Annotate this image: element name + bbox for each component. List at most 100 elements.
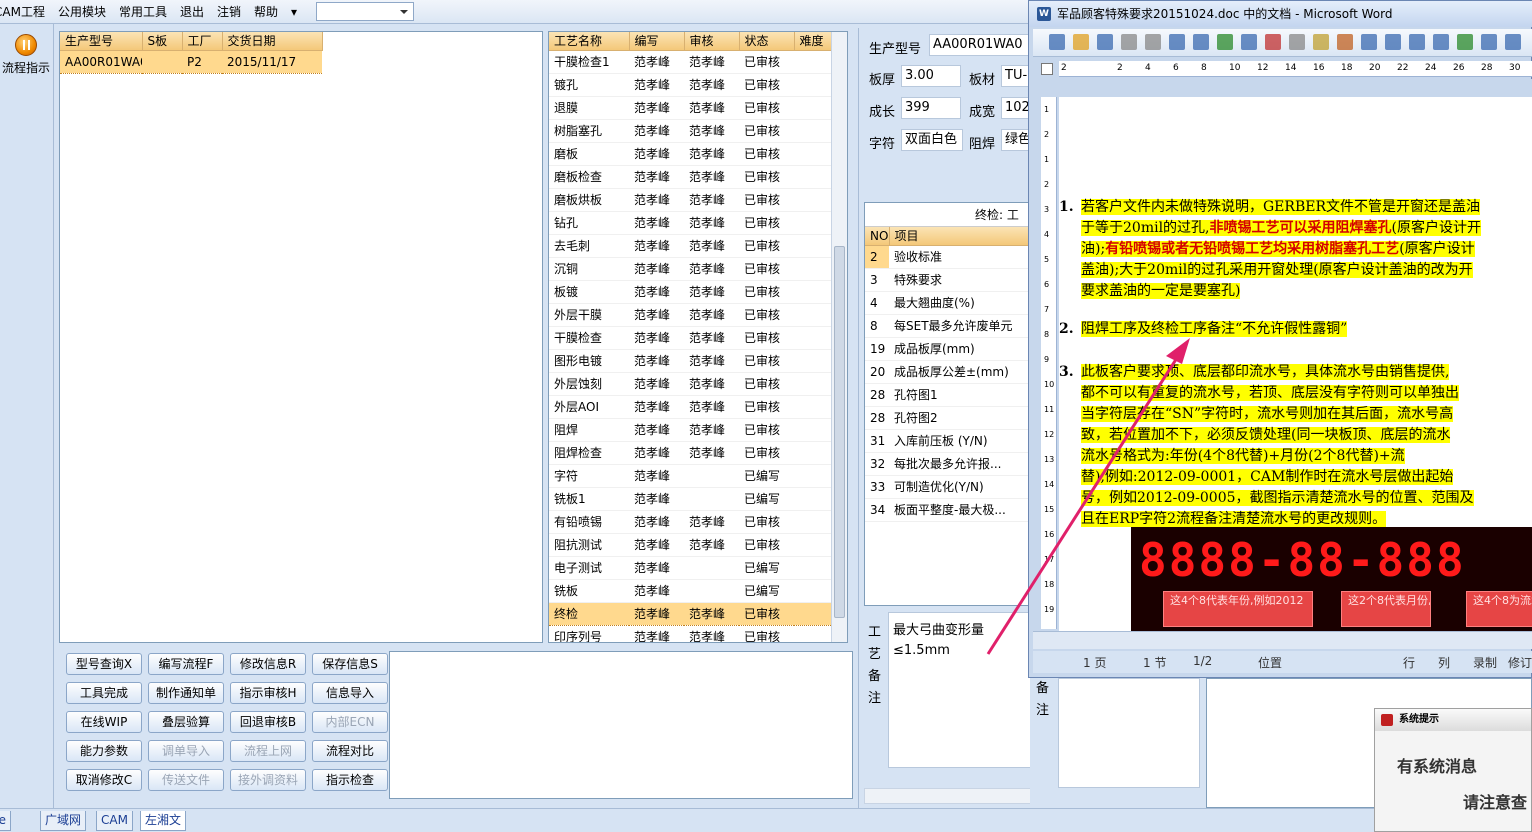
action-button[interactable]: 接外调资料 bbox=[230, 769, 306, 791]
word-titlebar[interactable]: W 军品顾客特殊要求20151024.doc 中的文档 - Microsoft … bbox=[1029, 1, 1532, 27]
action-button[interactable]: 指示检查 bbox=[312, 769, 388, 791]
order-column-header[interactable]: 生产型号 bbox=[60, 32, 143, 51]
redo-icon[interactable] bbox=[1385, 34, 1401, 50]
action-button[interactable]: 在线WIP bbox=[66, 711, 142, 733]
model-field[interactable]: AA00R01WA0 bbox=[929, 34, 1031, 56]
menu-item[interactable]: 注销 bbox=[217, 3, 241, 20]
thickness-field[interactable]: 3.00 bbox=[901, 65, 961, 87]
menu-dropdown-arrow[interactable]: ▾ bbox=[291, 5, 297, 19]
process-row[interactable]: 电子测试 范孝峰 已编写 bbox=[549, 556, 831, 580]
process-row[interactable]: 有铅喷锡 范孝峰 范孝峰 已审核 bbox=[549, 510, 831, 534]
action-button[interactable]: 叠层验算 bbox=[148, 711, 224, 733]
width-field[interactable]: 102 bbox=[1001, 97, 1031, 119]
paste-icon[interactable] bbox=[1313, 34, 1329, 50]
menu-item[interactable]: 帮助 bbox=[254, 3, 278, 20]
process-row[interactable]: 铣板 范孝峰 已编写 bbox=[549, 579, 831, 603]
process-row[interactable]: 干膜检查 范孝峰 范孝峰 已审核 bbox=[549, 326, 831, 350]
process-row[interactable]: 磨板烘板 范孝峰 范孝峰 已审核 bbox=[549, 188, 831, 212]
process-row[interactable]: 印序列号 范孝峰 范孝峰 已审核 bbox=[549, 625, 831, 642]
process-row[interactable]: 铣板1 范孝峰 已编写 bbox=[549, 487, 831, 511]
process-scrollbar[interactable] bbox=[831, 32, 847, 642]
save-icon[interactable] bbox=[1097, 34, 1113, 50]
action-button[interactable]: 制作通知单 bbox=[148, 682, 224, 704]
open-icon[interactable] bbox=[1073, 34, 1089, 50]
action-button[interactable]: 流程对比 bbox=[312, 740, 388, 762]
system-message-popup[interactable]: 系统提示 有系统消息 请注意查 bbox=[1374, 708, 1532, 832]
email-icon[interactable] bbox=[1145, 34, 1161, 50]
new-icon[interactable] bbox=[1049, 34, 1065, 50]
columns-icon[interactable] bbox=[1505, 34, 1521, 50]
process-row[interactable]: 外层蚀刻 范孝峰 范孝峰 已审核 bbox=[549, 372, 831, 396]
check-column-header[interactable]: 项目 bbox=[889, 227, 1031, 246]
process-column-header[interactable]: 难度 bbox=[794, 32, 832, 51]
action-button[interactable]: 内部ECN bbox=[312, 711, 388, 733]
action-button[interactable]: 编写流程F bbox=[148, 653, 224, 675]
hyperlink-icon[interactable] bbox=[1409, 34, 1425, 50]
note-hscroll[interactable] bbox=[864, 788, 1032, 804]
action-button[interactable]: 回退审核B bbox=[230, 711, 306, 733]
bottom-tab[interactable]: 左湘文 bbox=[140, 811, 187, 831]
action-button[interactable]: 能力参数 bbox=[66, 740, 142, 762]
preview-icon[interactable] bbox=[1193, 34, 1209, 50]
action-button[interactable]: 修改信息R bbox=[230, 653, 306, 675]
format-painter-icon[interactable] bbox=[1337, 34, 1353, 50]
process-row[interactable]: 去毛刺 范孝峰 范孝峰 已审核 bbox=[549, 234, 831, 258]
bottom-tab[interactable]: ne bbox=[0, 811, 11, 831]
action-button[interactable]: 信息导入 bbox=[312, 682, 388, 704]
check-column-header[interactable]: NO bbox=[865, 227, 890, 246]
menu-item[interactable]: 常用工具 bbox=[119, 3, 167, 20]
process-row[interactable]: 镀孔 范孝峰 范孝峰 已审核 bbox=[549, 73, 831, 97]
action-button[interactable]: 工具完成 bbox=[66, 682, 142, 704]
material-field[interactable]: TU- bbox=[1001, 65, 1031, 87]
bottom-tab[interactable]: 广域网 bbox=[40, 811, 87, 831]
action-button[interactable]: 取消修改C bbox=[66, 769, 142, 791]
cut-icon[interactable] bbox=[1265, 34, 1281, 50]
process-row[interactable]: 阻焊检查 范孝峰 范孝峰 已审核 bbox=[549, 441, 831, 465]
flow-indicator-button[interactable]: 流程指示 bbox=[0, 32, 52, 80]
order-column-header[interactable]: 工厂 bbox=[182, 32, 223, 51]
action-button[interactable]: 型号查询X bbox=[66, 653, 142, 675]
action-button[interactable]: 传送文件 bbox=[148, 769, 224, 791]
process-row[interactable]: 沉铜 范孝峰 范孝峰 已审核 bbox=[549, 257, 831, 281]
remark-text[interactable] bbox=[1058, 678, 1200, 788]
mask-field[interactable]: 绿色 bbox=[1001, 129, 1031, 151]
action-button[interactable]: 调单导入 bbox=[148, 740, 224, 762]
bottom-tab[interactable]: CAM bbox=[96, 811, 133, 831]
action-button[interactable]: 流程上网 bbox=[230, 740, 306, 762]
process-row[interactable]: 磨板检查 范孝峰 范孝峰 已审核 bbox=[549, 165, 831, 189]
process-row[interactable]: 阻抗测试 范孝峰 范孝峰 已审核 bbox=[549, 533, 831, 557]
insert-table-icon[interactable] bbox=[1457, 34, 1473, 50]
check-row[interactable]: 3 特殊要求 bbox=[865, 268, 1031, 292]
process-column-header[interactable]: 状态 bbox=[739, 32, 795, 51]
copy-icon[interactable] bbox=[1289, 34, 1305, 50]
process-column-header[interactable]: 审核 bbox=[684, 32, 740, 51]
process-row[interactable]: 板镀 范孝峰 范孝峰 已审核 bbox=[549, 280, 831, 304]
menu-item[interactable]: 公用模块 bbox=[58, 3, 106, 20]
spell-icon[interactable] bbox=[1217, 34, 1233, 50]
order-column-header[interactable]: S板 bbox=[142, 32, 183, 51]
process-row[interactable]: 干膜检查1 范孝峰 范孝峰 已审核 bbox=[549, 50, 831, 74]
menu-combo-box[interactable] bbox=[316, 2, 415, 21]
permission-icon[interactable] bbox=[1121, 34, 1137, 50]
action-button[interactable]: 保存信息S bbox=[312, 653, 388, 675]
process-row[interactable]: 磨板 范孝峰 范孝峰 已审核 bbox=[549, 142, 831, 166]
action-button[interactable]: 指示审核H bbox=[230, 682, 306, 704]
process-row[interactable]: 阻焊 范孝峰 范孝峰 已审核 bbox=[549, 418, 831, 442]
undo-icon[interactable] bbox=[1361, 34, 1377, 50]
tables-icon[interactable] bbox=[1433, 34, 1449, 50]
process-row[interactable]: 外层干膜 范孝峰 范孝峰 已审核 bbox=[549, 303, 831, 327]
char-field[interactable]: 双面白色 bbox=[901, 129, 963, 151]
process-row[interactable]: 树脂塞孔 范孝峰 范孝峰 已审核 bbox=[549, 119, 831, 143]
length-field[interactable]: 399 bbox=[901, 97, 961, 119]
scroll-thumb[interactable] bbox=[834, 246, 845, 618]
print-icon[interactable] bbox=[1169, 34, 1185, 50]
process-row[interactable]: 外层AOI 范孝峰 范孝峰 已审核 bbox=[549, 395, 831, 419]
check-row[interactable]: 2 验收标准 bbox=[865, 245, 1031, 269]
tab-stop-icon[interactable] bbox=[1041, 63, 1053, 75]
menu-item[interactable]: 退出 bbox=[180, 3, 204, 20]
process-row[interactable]: 钻孔 范孝峰 范孝峰 已审核 bbox=[549, 211, 831, 235]
process-row[interactable]: 终检 范孝峰 范孝峰 已审核 bbox=[549, 601, 831, 626]
process-row[interactable]: 退膜 范孝峰 范孝峰 已审核 bbox=[549, 96, 831, 120]
research-icon[interactable] bbox=[1241, 34, 1257, 50]
order-row[interactable]: AA00R01WA0 P2 2015/11/17 bbox=[60, 49, 322, 74]
